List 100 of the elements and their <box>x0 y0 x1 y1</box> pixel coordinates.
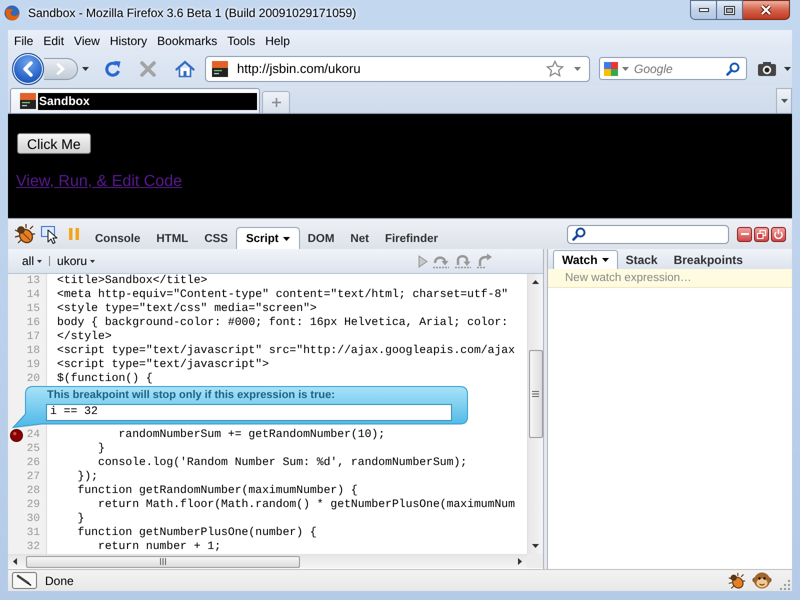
line-number: 14 <box>26 288 40 302</box>
search-icon <box>572 227 586 241</box>
code-line: return Math.floor(Math.random() * getNumberPlusOne(maximumNum <box>97 498 515 512</box>
line-number: 20 <box>26 372 40 386</box>
status-text: Done <box>45 574 74 588</box>
scrollbar-thumb[interactable] <box>528 350 542 438</box>
grip-icon <box>160 558 166 565</box>
reload-icon[interactable] <box>103 58 123 78</box>
code-line: <meta http-equiv="Content-type" content="text/html; charset=utf-8" <box>56 288 508 302</box>
code-line: return number + 1; <box>97 540 222 554</box>
line-number: 24 <box>26 428 40 442</box>
line-number: 30 <box>26 512 40 526</box>
minus-icon <box>740 233 748 235</box>
breakpoint-icon[interactable] <box>10 428 23 442</box>
tab-list-button[interactable] <box>776 88 792 113</box>
code-line: } <box>76 512 84 526</box>
line-number: 31 <box>26 526 40 540</box>
code-line: <script type="text/javascript" src="http://ajax.googleapis.com/ajax <box>56 344 515 358</box>
code-line: } <box>97 442 105 456</box>
panel-tab[interactable]: Breakpoints <box>666 250 751 269</box>
pen-icon[interactable] <box>12 572 37 589</box>
plus-icon <box>272 98 280 107</box>
file-dropdown[interactable]: ukoru <box>55 254 98 268</box>
home-icon[interactable] <box>175 60 195 78</box>
filter-dropdown[interactable]: all <box>20 254 44 268</box>
click-me-button[interactable]: Click Me <box>17 133 91 154</box>
menu-item[interactable]: Edit <box>38 32 70 50</box>
code-line: body { background-color: #000; font: 16px Helvetica, Arial; color: <box>56 316 508 330</box>
panel-tab[interactable]: Firefinder <box>376 227 446 249</box>
code-line: </style> <box>56 330 112 344</box>
up-arrow-icon[interactable] <box>532 280 539 284</box>
minimize-button[interactable] <box>690 0 716 20</box>
back-button[interactable] <box>12 52 44 84</box>
panel-tab[interactable]: Watch <box>553 250 618 269</box>
panel-tab[interactable]: CSS <box>196 227 236 249</box>
bug-icon[interactable] <box>14 223 36 245</box>
new-tab-button[interactable] <box>262 91 290 113</box>
window-title: Sandbox - Mozilla Firefox 3.6 Beta 1 (Build 20091029171059) <box>28 5 356 22</box>
right-arrow-icon[interactable] <box>518 558 522 565</box>
menu-item[interactable]: Bookmarks <box>152 32 222 50</box>
scrollbar-corner <box>527 554 543 568</box>
search-icon[interactable] <box>726 62 740 76</box>
caret-icon <box>90 260 96 262</box>
line-number: 16 <box>26 316 40 330</box>
line-number: 27 <box>26 470 40 484</box>
address-bar[interactable]: http://jsbin.com/ukoru <box>205 56 590 82</box>
windows-icon <box>757 230 766 238</box>
menu-item[interactable]: History <box>104 32 152 50</box>
resize-grip-icon[interactable] <box>780 580 790 590</box>
code-line: <style type="text/css" media="screen"> <box>56 302 317 316</box>
popup-message: This breakpoint will stop only if this expression is true: <box>47 389 335 402</box>
caret-icon[interactable] <box>282 236 290 240</box>
line-number: 32 <box>26 540 40 554</box>
code-line: console.log('Random Number Sum: %d', randomNumberSum); <box>97 456 468 470</box>
pointer-icon[interactable] <box>40 224 60 244</box>
line-number: 26 <box>26 456 40 470</box>
line-number: 29 <box>26 498 40 512</box>
power-icon <box>774 229 783 239</box>
menu-item[interactable]: Help <box>260 32 295 50</box>
caret-icon[interactable] <box>602 258 609 262</box>
close-button[interactable] <box>771 226 786 242</box>
search-engine-icon[interactable] <box>603 60 619 76</box>
star-icon[interactable] <box>546 60 564 78</box>
camera-icon[interactable] <box>757 60 777 76</box>
panel-tab[interactable]: HTML <box>148 227 196 249</box>
panel-tab[interactable]: Net <box>342 227 377 249</box>
line-number: 28 <box>26 484 40 498</box>
line-number: 13 <box>26 274 40 288</box>
browser-tab[interactable]: Sandbox <box>10 88 260 113</box>
scrollbar-thumb[interactable] <box>26 556 300 568</box>
code-line: randomNumberSum += getRandomNumber(10); <box>118 428 386 442</box>
site-icon <box>20 93 36 109</box>
horizontal-scrollbar[interactable] <box>8 554 527 568</box>
search-field[interactable] <box>567 224 729 244</box>
menu-item[interactable]: File <box>9 32 38 50</box>
detach-button[interactable] <box>754 226 769 242</box>
panel-tab[interactable]: DOM <box>300 227 342 249</box>
caret-icon[interactable] <box>784 66 791 70</box>
condition-input-field[interactable]: i == 32 <box>46 404 452 421</box>
down-arrow-icon[interactable] <box>532 544 539 548</box>
grip-icon <box>532 391 539 397</box>
maximize-button[interactable] <box>716 0 743 20</box>
caret-icon[interactable] <box>82 66 89 70</box>
menu-item[interactable]: View <box>69 32 105 50</box>
panel-tab[interactable]: Console <box>87 227 148 249</box>
search-field[interactable]: Google <box>599 57 747 80</box>
minimize-button[interactable] <box>737 226 752 242</box>
panel-tab[interactable]: Script <box>236 227 300 249</box>
menu-item[interactable]: Tools <box>222 32 260 50</box>
left-arrow-icon[interactable] <box>13 558 17 565</box>
line-number: 18 <box>26 344 40 358</box>
code-line: <title>Sandbox</title> <box>56 274 208 288</box>
code-line: function getNumberPlusOne(number) { <box>76 526 317 540</box>
line-number: 25 <box>26 442 40 456</box>
line-number: 15 <box>26 302 40 316</box>
close-button[interactable] <box>743 0 790 20</box>
bug-icon[interactable] <box>728 572 746 590</box>
panel-tab[interactable]: Stack <box>618 250 666 269</box>
vertical-scrollbar[interactable] <box>527 274 543 554</box>
monkey-icon[interactable] <box>752 571 772 590</box>
